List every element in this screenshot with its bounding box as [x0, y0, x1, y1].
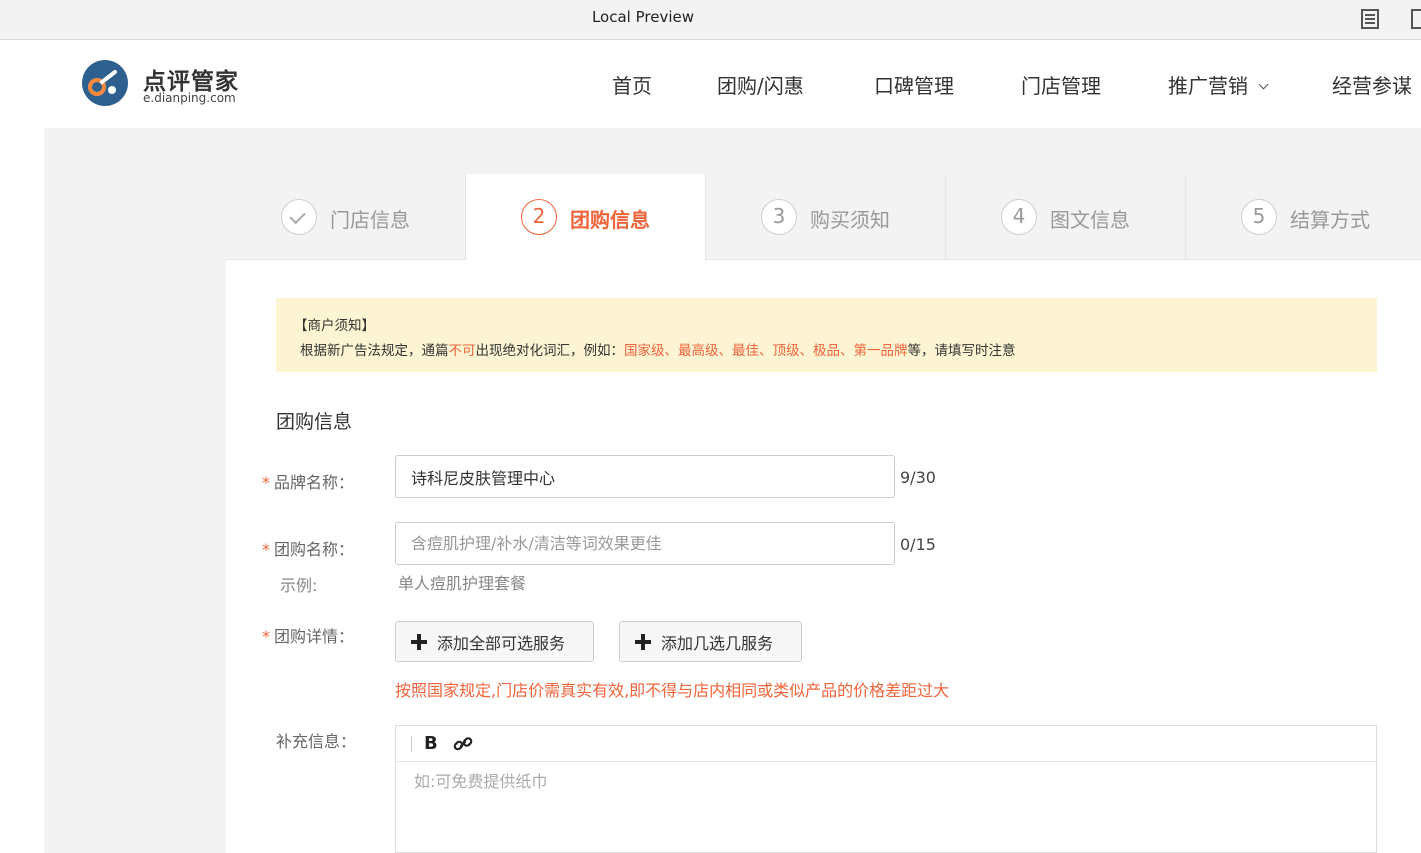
plus-icon — [411, 633, 427, 650]
extra-info-label: 补充信息： — [276, 732, 357, 751]
step-label: 图文信息 — [1050, 208, 1130, 232]
deal-name-counter: 0/15 — [900, 535, 936, 554]
step-label: 结算方式 — [1290, 208, 1370, 232]
price-warning: 按照国家规定,门店价需真实有效,即不得与店内相同或类似产品的价格差距过大 — [395, 681, 950, 700]
nav-home[interactable]: 首页 — [612, 70, 652, 99]
window-icon[interactable] — [1411, 9, 1421, 29]
chevron-down-icon — [1258, 79, 1269, 90]
step-tabs: 门店信息 2 团购信息 3 购买须知 4 图文信息 5 结算方式 — [226, 174, 1421, 260]
logo-subtitle: e.dianping.com — [143, 91, 236, 105]
step-label: 团购信息 — [570, 208, 650, 232]
notice-title: 【商户须知】 — [294, 318, 375, 334]
nav-store[interactable]: 门店管理 — [1021, 70, 1101, 99]
editor-placeholder[interactable]: 如:可免费提供纸巾 — [414, 768, 547, 792]
notice-body: 根据新广告法规定，通篇不可出现绝对化词汇，例如：国家级、最高级、最佳、顶级、极品… — [300, 343, 1016, 359]
extra-info-editor[interactable]: B 如:可免费提供纸巾 — [395, 725, 1377, 853]
step-circle: 3 — [761, 199, 797, 235]
step-circle: 4 — [1001, 199, 1037, 235]
step-settlement[interactable]: 5 结算方式 — [1186, 174, 1421, 260]
step-purchase-notes[interactable]: 3 购买须知 — [706, 174, 946, 260]
section-title: 团购信息 — [276, 411, 353, 433]
example-label: 示例: — [280, 576, 318, 595]
step-circle — [281, 199, 317, 235]
brand-input[interactable] — [395, 455, 895, 498]
merchant-notice: 【商户须知】 根据新广告法规定，通篇不可出现绝对化词汇，例如：国家级、最高级、最… — [276, 298, 1377, 372]
nav-reputation[interactable]: 口碑管理 — [874, 70, 954, 99]
check-icon — [289, 207, 306, 225]
reader-view-icon[interactable] — [1361, 9, 1379, 29]
editor-toolbar: B — [396, 726, 1376, 762]
step-circle: 5 — [1241, 199, 1277, 235]
bold-button[interactable]: B — [424, 733, 438, 754]
nav-business[interactable]: 经营参谋 — [1332, 70, 1412, 99]
nav-promotion[interactable]: 推广营销 — [1168, 70, 1269, 99]
step-circle: 2 — [521, 199, 557, 235]
site-header: 点评管家 e.dianping.com 首页 团购/闪惠 口碑管理 门店管理 推… — [0, 40, 1421, 128]
step-label: 购买须知 — [810, 208, 890, 232]
details-label: * 团购详情： — [262, 627, 355, 646]
step-deal-info[interactable]: 2 团购信息 — [466, 174, 706, 260]
nav-group-buy[interactable]: 团购/闪惠 — [717, 70, 804, 99]
deal-name-label: * 团购名称： — [262, 540, 355, 559]
dianping-logo-icon[interactable] — [82, 60, 128, 106]
add-choice-services-button[interactable]: 添加几选几服务 — [619, 621, 802, 662]
example-value: 单人痘肌护理套餐 — [398, 574, 527, 593]
step-label: 门店信息 — [330, 208, 410, 232]
preview-title: Local Preview — [591, 8, 695, 26]
link-icon[interactable] — [453, 735, 473, 753]
deal-name-input[interactable] — [395, 522, 895, 565]
plus-icon — [635, 633, 651, 650]
brand-counter: 9/30 — [900, 468, 936, 487]
brand-label: * 品牌名称： — [262, 473, 355, 492]
step-store-info[interactable]: 门店信息 — [226, 174, 466, 260]
add-all-services-button[interactable]: 添加全部可选服务 — [395, 621, 594, 662]
step-media-info[interactable]: 4 图文信息 — [946, 174, 1186, 260]
toolbar-divider — [411, 736, 412, 752]
preview-bar: Local Preview — [0, 0, 1421, 40]
